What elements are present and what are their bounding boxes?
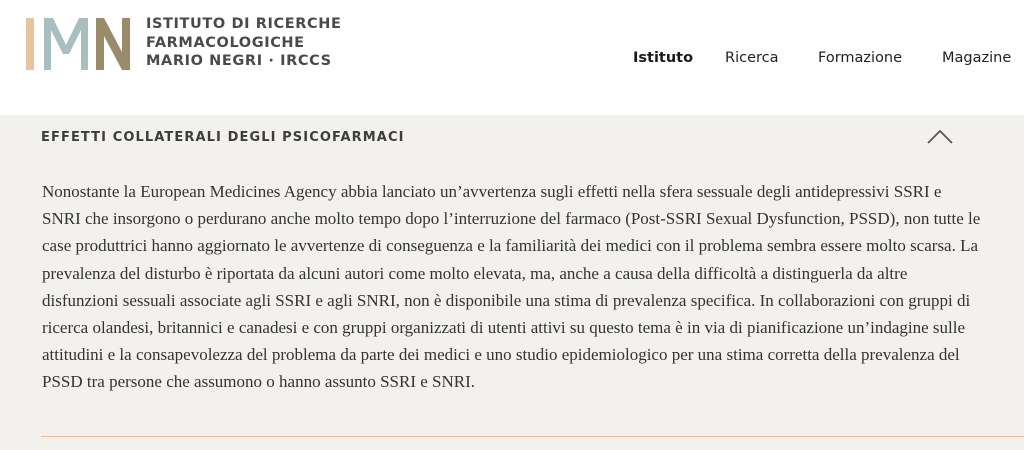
accordion-body: Nonostante la European Medicines Agency … bbox=[42, 182, 981, 392]
nav-item-istituto[interactable]: Istituto bbox=[633, 50, 693, 66]
site-header: ISTITUTO DI RICERCHE FARMACOLOGICHE MARI… bbox=[0, 0, 1024, 115]
main-nav: Istituto Ricerca Formazione Magazine bbox=[0, 50, 1024, 70]
institute-name-line: ISTITUTO DI RICERCHE bbox=[146, 16, 342, 32]
nav-item-formazione[interactable]: Formazione bbox=[818, 50, 902, 66]
nav-item-magazine[interactable]: Magazine bbox=[942, 50, 1011, 66]
section-divider bbox=[41, 436, 1024, 437]
nav-item-ricerca[interactable]: Ricerca bbox=[725, 50, 779, 66]
accordion-title[interactable]: EFFETTI COLLATERALI DEGLI PSICOFARMACI bbox=[41, 130, 405, 145]
chevron-up-icon[interactable] bbox=[926, 128, 954, 146]
